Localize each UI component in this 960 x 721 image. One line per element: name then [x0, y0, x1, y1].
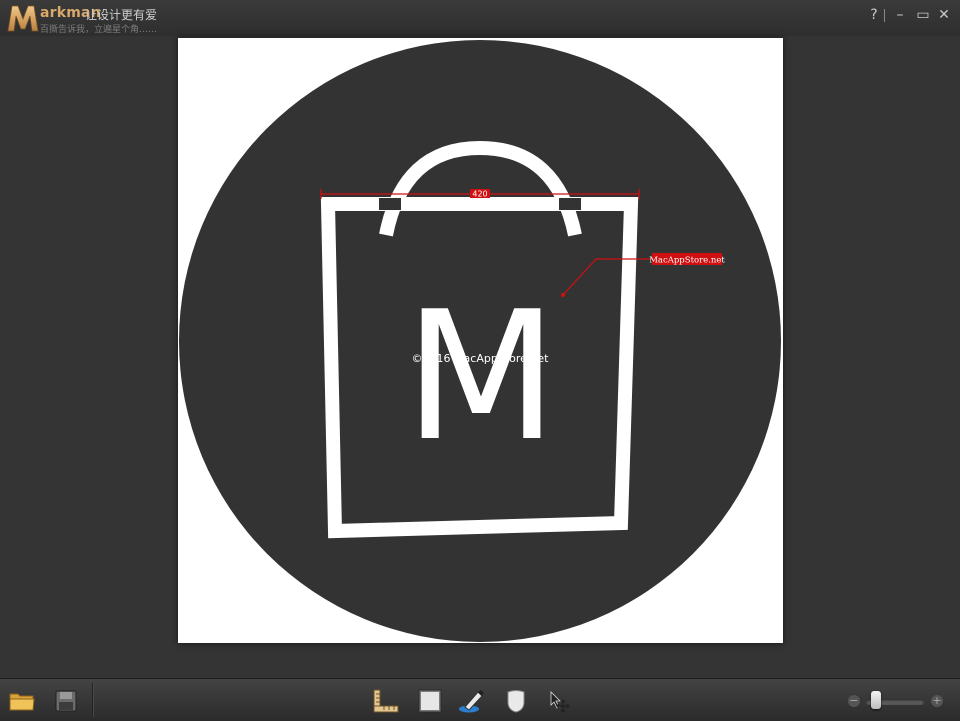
toolbar-divider [92, 683, 93, 717]
move-cursor-icon [550, 691, 570, 713]
close-button[interactable]: ✕ [936, 5, 952, 25]
folder-icon [9, 693, 35, 711]
image-copyright: ©2016 MacAppStore.net [412, 352, 550, 365]
design-canvas[interactable]: M ©2016 MacAppStore.net 420 MacAppStore.… [178, 38, 783, 643]
image-letter: M [404, 273, 558, 480]
shape-tool[interactable] [502, 687, 530, 715]
zoom-slider-handle[interactable] [870, 691, 881, 709]
callout-label: MacAppStore.net [649, 256, 725, 266]
move-tool[interactable] [545, 687, 573, 715]
app-slogan: 让设计更有爱 [85, 8, 158, 22]
canvas-image: M ©2016 MacAppStore.net 420 MacAppStore.… [179, 40, 781, 642]
app-tip: 百撕告诉我，立遍星个角…… [40, 25, 158, 35]
title-divider [884, 9, 885, 22]
title-bar: arkman 让设计更有爱 百撕告诉我，立遍星个角…… ? – ▭ ✕ [0, 0, 960, 36]
bottom-toolbar: − + [0, 678, 960, 721]
color-box-tool[interactable] [416, 687, 444, 715]
zoom-out-button[interactable]: − [848, 695, 860, 707]
minimize-button[interactable]: – [892, 5, 908, 25]
markman-logo [6, 3, 40, 33]
maximize-button[interactable]: ▭ [914, 5, 932, 25]
color-box-icon [418, 689, 442, 713]
floppy-disk-icon [55, 690, 77, 712]
pen-tool[interactable] [458, 687, 486, 715]
measure-label: 420 [472, 190, 487, 199]
ruler-icon [373, 689, 399, 713]
save-button[interactable] [52, 687, 80, 715]
help-button[interactable]: ? [866, 5, 882, 25]
shield-icon [507, 690, 525, 713]
open-folder-button[interactable] [8, 687, 36, 715]
pen-icon [459, 690, 484, 713]
zoom-in-button[interactable]: + [931, 695, 943, 707]
measure-tool[interactable] [372, 687, 400, 715]
